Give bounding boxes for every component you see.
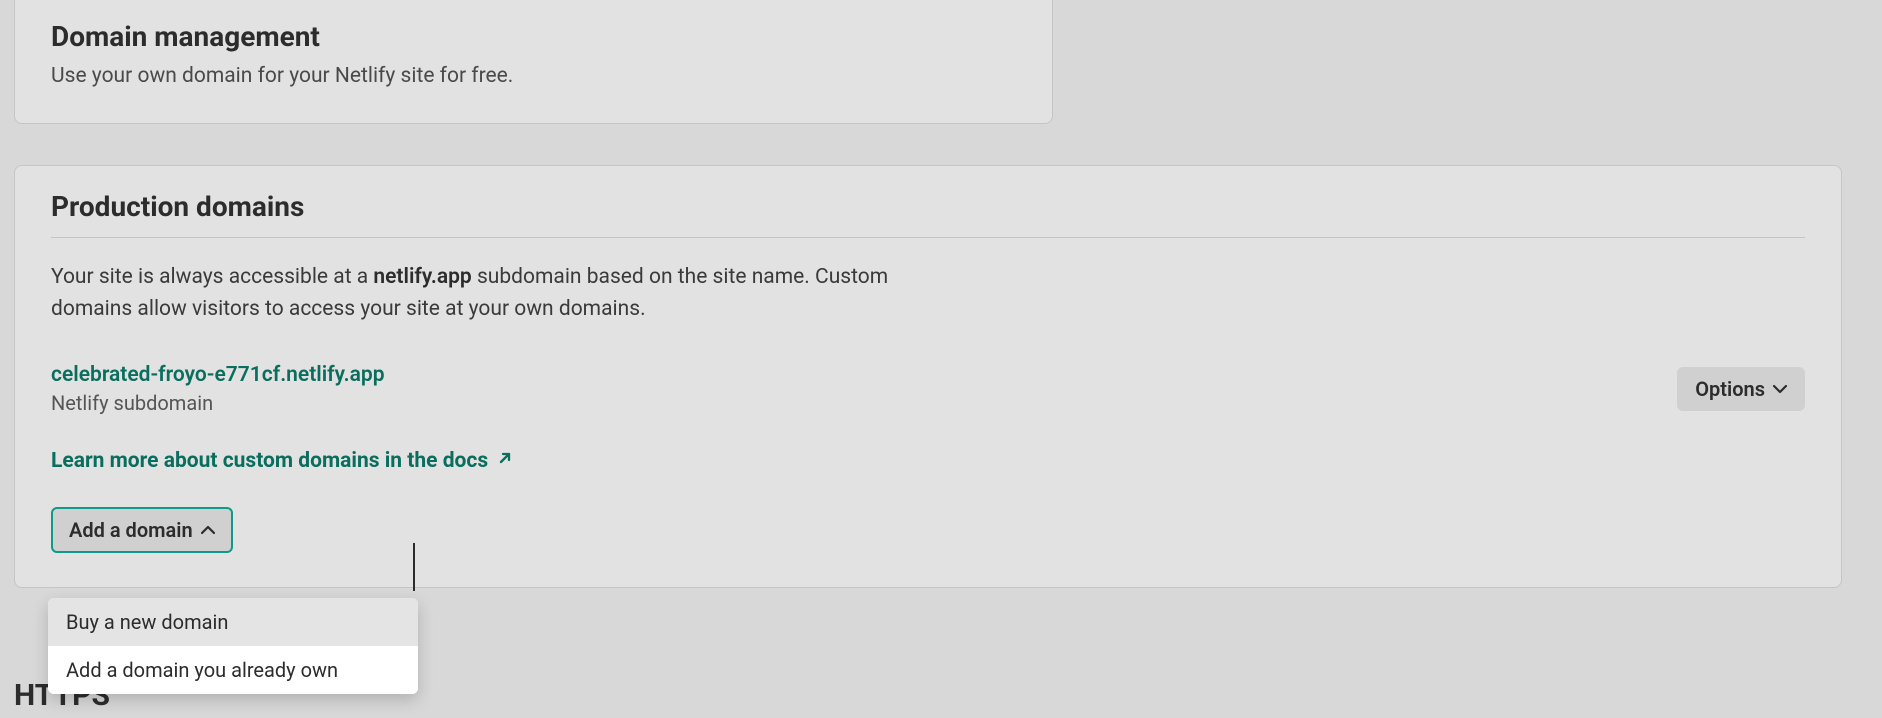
dropdown-add-existing-domain[interactable]: Add a domain you already own [48,646,418,694]
production-domains-card: Production domains Your site is always a… [14,165,1842,588]
chevron-up-icon [201,525,215,535]
desc-pre: Your site is always accessible at a [51,265,373,289]
domain-management-card: Domain management Use your own domain fo… [14,0,1053,124]
add-domain-label: Add a domain [69,518,193,542]
text-caret [413,543,415,591]
divider [51,237,1805,238]
options-button[interactable]: Options [1677,367,1805,411]
netlify-subdomain-link[interactable]: celebrated-froyo-e771cf.netlify.app [51,363,385,387]
add-domain-button[interactable]: Add a domain [51,507,233,553]
production-domains-title: Production domains [51,190,1805,223]
domain-management-desc: Use your own domain for your Netlify sit… [51,61,1016,93]
domain-type-label: Netlify subdomain [51,391,385,415]
domain-row: celebrated-froyo-e771cf.netlify.app Netl… [51,363,1805,415]
dropdown-buy-new-domain[interactable]: Buy a new domain [48,598,418,646]
add-domain-dropdown: Buy a new domain Add a domain you alread… [48,598,418,694]
domain-info: celebrated-froyo-e771cf.netlify.app Netl… [51,363,385,415]
learn-more-label: Learn more about custom domains in the d… [51,449,488,473]
external-link-icon [496,449,512,473]
desc-bold: netlify.app [373,265,471,289]
domain-management-title: Domain management [51,20,1016,53]
chevron-down-icon [1773,384,1787,394]
options-button-label: Options [1695,377,1765,401]
production-domains-desc: Your site is always accessible at a netl… [51,262,951,325]
learn-more-link[interactable]: Learn more about custom domains in the d… [51,449,512,473]
